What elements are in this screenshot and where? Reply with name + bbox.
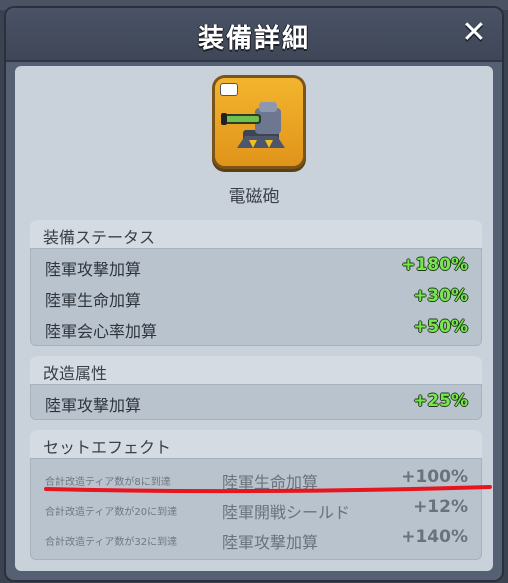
set-condition: 合計改造ティア数が20に到達 [45, 507, 178, 518]
stat-label: 陸軍攻撃加算 [45, 396, 142, 415]
equipment-name: 電磁砲 [228, 187, 280, 207]
set-condition: 合計改造ティア数が32に到達 [45, 537, 178, 548]
equipment-detail-modal: 装備詳細 ✕ 電磁砲 装備ステータス 陸軍攻撃加算 +180% 陸軍生命加算 +… [6, 8, 502, 580]
equip-status-section: 装備ステータス 陸軍攻撃加算 +180% 陸軍生命加算 +30% 陸軍会心率加算… [30, 220, 482, 346]
stat-label: 陸軍生命加算 [45, 291, 142, 310]
stat-value: +30% [413, 286, 468, 306]
set-effect-name: 陸軍生命加算 [222, 473, 319, 492]
close-icon: ✕ [461, 15, 487, 50]
stat-value: +50% [413, 317, 468, 337]
set-effect-row: 合計改造ティア数が8に到達 陸軍生命加算 +100% [30, 464, 482, 494]
set-effect-section: セットエフェクト 合計改造ティア数が8に到達 陸軍生命加算 +100% 合計改造… [30, 430, 482, 560]
set-effect-row: 合計改造ティア数が20に到達 陸軍開戦シールド +12% [30, 494, 482, 524]
set-effect-name: 陸軍攻撃加算 [222, 533, 319, 552]
chip-icon [220, 83, 238, 96]
set-effect-value: +12% [413, 497, 468, 517]
set-condition: 合計改造ティア数が8に到達 [45, 477, 171, 488]
set-effect-value: +140% [401, 527, 468, 547]
stat-row: 陸軍攻撃加算 +180% [30, 252, 482, 282]
set-effect-row: 合計改造ティア数が32に到達 陸軍攻撃加算 +140% [30, 524, 482, 554]
section-title: 装備ステータス [43, 228, 156, 247]
section-header: 改造属性 [30, 356, 482, 385]
modify-attr-section: 改造属性 陸軍攻撃加算 +25% [30, 356, 482, 420]
stat-row: 陸軍攻撃加算 +25% [30, 388, 482, 418]
section-header: セットエフェクト [30, 430, 482, 459]
section-title: セットエフェクト [43, 438, 172, 457]
equipment-icon [215, 78, 303, 166]
close-button[interactable]: ✕ [460, 18, 488, 48]
section-header: 装備ステータス [30, 220, 482, 249]
modal-header: 装備詳細 ✕ [6, 8, 502, 62]
set-effect-name: 陸軍開戦シールド [222, 503, 351, 522]
stat-value: +25% [413, 391, 468, 411]
stat-row: 陸軍生命加算 +30% [30, 283, 482, 313]
stat-label: 陸軍会心率加算 [45, 322, 158, 341]
modal-content: 電磁砲 装備ステータス 陸軍攻撃加算 +180% 陸軍生命加算 +30% 陸軍会… [15, 66, 493, 571]
section-title: 改造属性 [43, 364, 108, 383]
set-effect-value: +100% [401, 467, 468, 487]
stat-row: 陸軍会心率加算 +50% [30, 314, 482, 344]
stat-value: +180% [401, 255, 468, 275]
stat-label: 陸軍攻撃加算 [45, 260, 142, 279]
modal-title: 装備詳細 [197, 24, 310, 54]
